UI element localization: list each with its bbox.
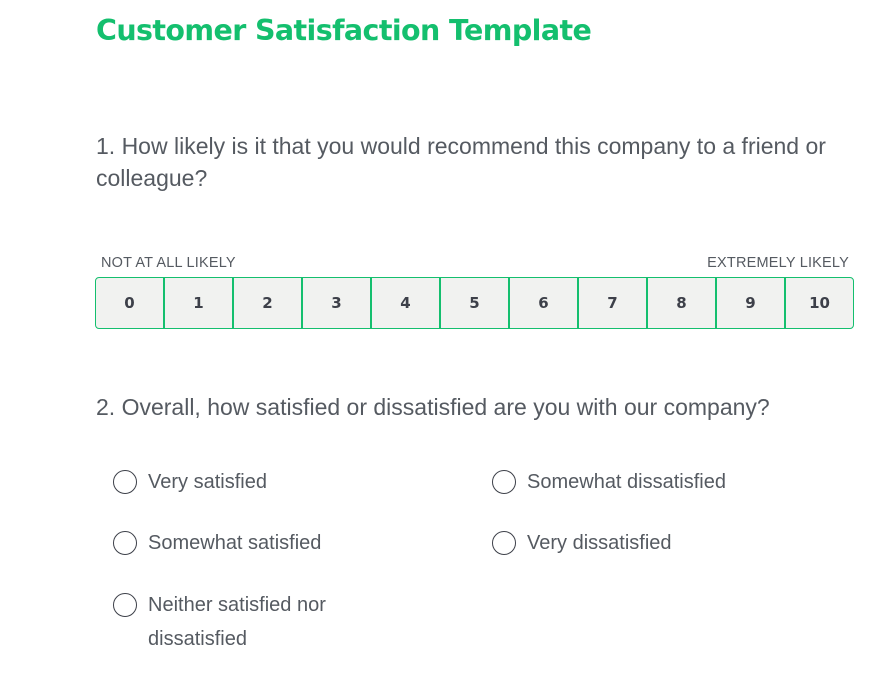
- radio-option-somewhat-dissatisfied[interactable]: Somewhat dissatisfied: [492, 469, 726, 499]
- radio-circle-icon[interactable]: [113, 593, 137, 617]
- question-1-text: 1. How likely is it that you would recom…: [96, 133, 826, 191]
- radio-option-somewhat-satisfied[interactable]: Somewhat satisfied: [113, 530, 321, 560]
- scale-option-7[interactable]: 7: [577, 278, 646, 328]
- scale-option-2[interactable]: 2: [232, 278, 301, 328]
- scale-max-label: EXTREMELY LIKELY: [707, 255, 849, 271]
- radio-option-label: Very satisfied: [148, 471, 267, 493]
- radio-circle-icon[interactable]: [492, 531, 516, 555]
- scale-option-9[interactable]: 9: [715, 278, 784, 328]
- radio-option-very-dissatisfied[interactable]: Very dissatisfied: [492, 530, 672, 560]
- scale-option-8[interactable]: 8: [646, 278, 715, 328]
- radio-option-very-satisfied[interactable]: Very satisfied: [113, 469, 267, 499]
- scale-option-5[interactable]: 5: [439, 278, 508, 328]
- scale-option-6[interactable]: 6: [508, 278, 577, 328]
- radio-option-label: Very dissatisfied: [527, 532, 672, 554]
- scale-option-10[interactable]: 10: [784, 278, 853, 328]
- scale-option-0[interactable]: 0: [96, 278, 163, 328]
- scale-option-3[interactable]: 3: [301, 278, 370, 328]
- radio-option-label: Somewhat satisfied: [148, 532, 322, 554]
- radio-circle-icon[interactable]: [113, 470, 137, 494]
- scale-option-1[interactable]: 1: [163, 278, 232, 328]
- radio-option-label: Neither satisfied nor dissatisfied: [148, 594, 326, 650]
- radio-circle-icon[interactable]: [113, 531, 137, 555]
- scale-min-label: NOT AT ALL LIKELY: [101, 255, 236, 271]
- radio-circle-icon[interactable]: [492, 470, 516, 494]
- scale-option-4[interactable]: 4: [370, 278, 439, 328]
- nps-scale: 0 1 2 3 4 5 6 7 8 9 10: [95, 277, 854, 329]
- question-2-text: 2. Overall, how satisfied or dissatisfie…: [96, 394, 770, 420]
- page-title: Customer Satisfaction Template: [96, 14, 592, 47]
- radio-option-neither[interactable]: Neither satisfied nor dissatisfied: [113, 592, 383, 656]
- radio-option-label: Somewhat dissatisfied: [527, 471, 726, 493]
